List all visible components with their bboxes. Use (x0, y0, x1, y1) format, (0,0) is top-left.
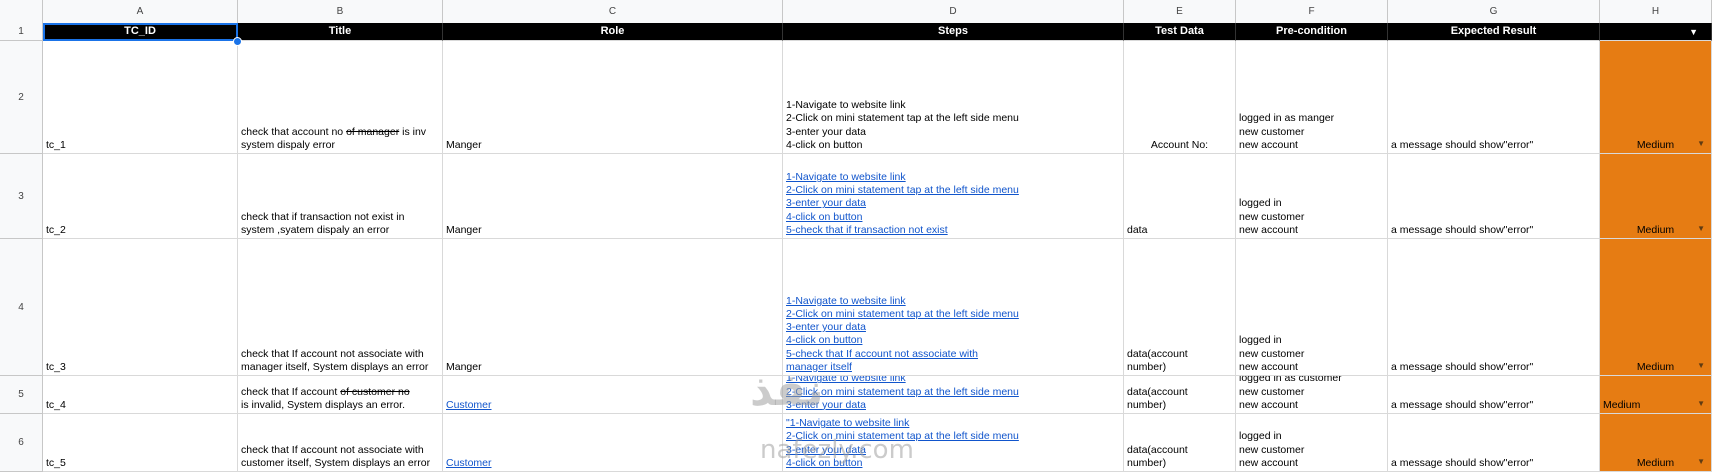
column-letter-b[interactable]: B (238, 0, 443, 23)
header-cell-g[interactable]: Expected Result (1388, 23, 1600, 41)
column-letter-c[interactable]: C (443, 0, 783, 23)
steps-text: 1-Navigate to website link 2-Click on mi… (786, 99, 1019, 151)
row-number-5[interactable]: 5 (0, 376, 43, 414)
title-text: check that If account of customer no is … (241, 386, 439, 412)
spreadsheet: ABCDEFGH 123456 TC_ID Title Role Steps Test … (0, 0, 1712, 472)
priority-value: Medium (1636, 456, 1675, 469)
title-text-part: is invalid, System displays an error. (241, 398, 405, 411)
filter-dropdown-icon[interactable]: ▼ (1689, 27, 1698, 37)
precondition-cell[interactable]: logged in new customer new account (1236, 239, 1388, 376)
precondition-cell[interactable]: logged in as customer new customer new a… (1236, 376, 1388, 414)
priority-value: Medium (1636, 223, 1675, 236)
title-text-part: check that if transaction not exist in s… (241, 210, 405, 236)
header-cell-a[interactable]: TC_ID (43, 23, 238, 41)
row-number-2[interactable]: 2 (0, 41, 43, 154)
role-text[interactable]: Customer (446, 399, 779, 412)
row-number-6[interactable]: 6 (0, 414, 43, 472)
column-letter-f[interactable]: F (1236, 0, 1388, 23)
header-cell-f[interactable]: Pre-condition (1236, 23, 1388, 41)
steps-cell[interactable]: 1-Navigate to website link 2-Click on mi… (783, 41, 1124, 154)
test-data-cell[interactable]: data (1124, 154, 1236, 239)
role-text[interactable]: Customer (446, 457, 779, 470)
title-text-part: check that If account (241, 385, 341, 398)
select-all-corner[interactable] (0, 0, 43, 23)
priority-dropdown-cell[interactable]: Medium ▼ (1600, 154, 1712, 239)
title-cell[interactable]: check that If account not associate with… (238, 414, 443, 472)
header-cell-d[interactable]: Steps (783, 23, 1124, 41)
row-number-4[interactable]: 4 (0, 239, 43, 376)
column-letter-a[interactable]: A (43, 0, 238, 23)
steps-cell[interactable]: "1-Navigate to website link 2-Click on m… (783, 414, 1124, 472)
title-cell[interactable]: check that account no of manager is inv … (238, 41, 443, 154)
precondition-cell[interactable]: logged in new customer new account (1236, 154, 1388, 239)
role-text: Manger (446, 223, 482, 236)
title-text: check that account no of manager is inv … (241, 126, 439, 152)
title-text: check that If account not associate with… (241, 444, 439, 470)
role-text: Manger (446, 360, 482, 373)
test-data-cell[interactable]: data(account number) (1124, 239, 1236, 376)
dropdown-arrow-icon[interactable]: ▼ (1697, 359, 1705, 372)
tc-id-cell[interactable]: tc_2 (43, 154, 238, 239)
test-data-cell[interactable]: data(account number) (1124, 414, 1236, 472)
dropdown-arrow-icon[interactable]: ▼ (1697, 455, 1705, 468)
column-letter-g[interactable]: G (1388, 0, 1600, 23)
steps-cell[interactable]: 1-Navigate to website link 2-Click on mi… (783, 239, 1124, 376)
title-text-part: check that If account not associate with… (241, 443, 431, 469)
steps-cell[interactable]: 1-Navigate to website link 2-Click on mi… (783, 376, 1124, 414)
role-cell[interactable]: Customer (443, 376, 783, 414)
test-data-cell[interactable]: data(account number) (1124, 376, 1236, 414)
expected-result-cell[interactable]: a message should show"error" (1388, 41, 1600, 154)
tc-id-cell[interactable]: tc_3 (43, 239, 238, 376)
priority-value: Medium (1603, 398, 1641, 411)
dropdown-arrow-icon[interactable]: ▼ (1697, 222, 1705, 235)
steps-text[interactable]: 1-Navigate to website link 2-Click on mi… (786, 295, 1120, 374)
tc-id-cell[interactable]: tc_4 (43, 376, 238, 414)
steps-text[interactable]: "1-Navigate to website link 2-Click on m… (786, 417, 1120, 470)
title-strikethrough-text: of manager (346, 125, 400, 138)
expected-result-cell[interactable]: a message should show"error" (1388, 376, 1600, 414)
priority-dropdown-cell[interactable]: Medium ▼ (1600, 414, 1712, 472)
row-number-1[interactable]: 1 (0, 23, 43, 41)
role-cell[interactable]: Manger (443, 239, 783, 376)
header-cell-b[interactable]: Title (238, 23, 443, 41)
role-cell[interactable]: Customer (443, 414, 783, 472)
header-cell-e[interactable]: Test Data (1124, 23, 1236, 41)
steps-cell[interactable]: 1-Navigate to website link 2-Click on mi… (783, 154, 1124, 239)
priority-value: Medium (1636, 138, 1675, 151)
precondition-cell[interactable]: logged in as manger new customer new acc… (1236, 41, 1388, 154)
title-text-part: check that If account not associate with… (241, 347, 429, 373)
dropdown-arrow-icon[interactable]: ▼ (1697, 397, 1705, 410)
role-text: Manger (446, 138, 482, 151)
expected-result-cell[interactable]: a message should show"error" (1388, 239, 1600, 376)
role-cell[interactable]: Manger (443, 41, 783, 154)
column-letter-e[interactable]: E (1124, 0, 1236, 23)
title-text: check that if transaction not exist in s… (241, 211, 439, 237)
priority-dropdown-cell[interactable]: Medium ▼ (1600, 41, 1712, 154)
title-cell[interactable]: check that If account of customer no is … (238, 376, 443, 414)
column-letter-d[interactable]: D (783, 0, 1124, 23)
title-cell[interactable]: check that If account not associate with… (238, 239, 443, 376)
title-text-part: check that account no (241, 125, 347, 138)
test-data-cell[interactable]: Account No: (1124, 41, 1236, 154)
title-strikethrough-text: of customer no (340, 385, 410, 398)
fill-handle[interactable] (233, 37, 242, 46)
expected-result-cell[interactable]: a message should show"error" (1388, 414, 1600, 472)
precondition-cell[interactable]: logged in new customer new account (1236, 414, 1388, 472)
tc-id-cell[interactable]: tc_1 (43, 41, 238, 154)
tc-id-cell[interactable]: tc_5 (43, 414, 238, 472)
title-cell[interactable]: check that if transaction not exist in s… (238, 154, 443, 239)
row-number-3[interactable]: 3 (0, 154, 43, 239)
role-cell[interactable]: Manger (443, 154, 783, 239)
priority-dropdown-cell[interactable]: Medium ▼ (1600, 376, 1712, 414)
dropdown-arrow-icon[interactable]: ▼ (1697, 137, 1705, 150)
priority-dropdown-cell[interactable]: Medium ▼ (1600, 239, 1712, 376)
steps-text[interactable]: 1-Navigate to website link 2-Click on mi… (786, 376, 1120, 412)
priority-value: Medium (1636, 360, 1675, 373)
steps-text[interactable]: 1-Navigate to website link 2-Click on mi… (786, 171, 1120, 237)
header-cell-c[interactable]: Role (443, 23, 783, 41)
column-letter-h[interactable]: H (1600, 0, 1712, 23)
title-text: check that If account not associate with… (241, 348, 439, 374)
expected-result-cell[interactable]: a message should show"error" (1388, 154, 1600, 239)
